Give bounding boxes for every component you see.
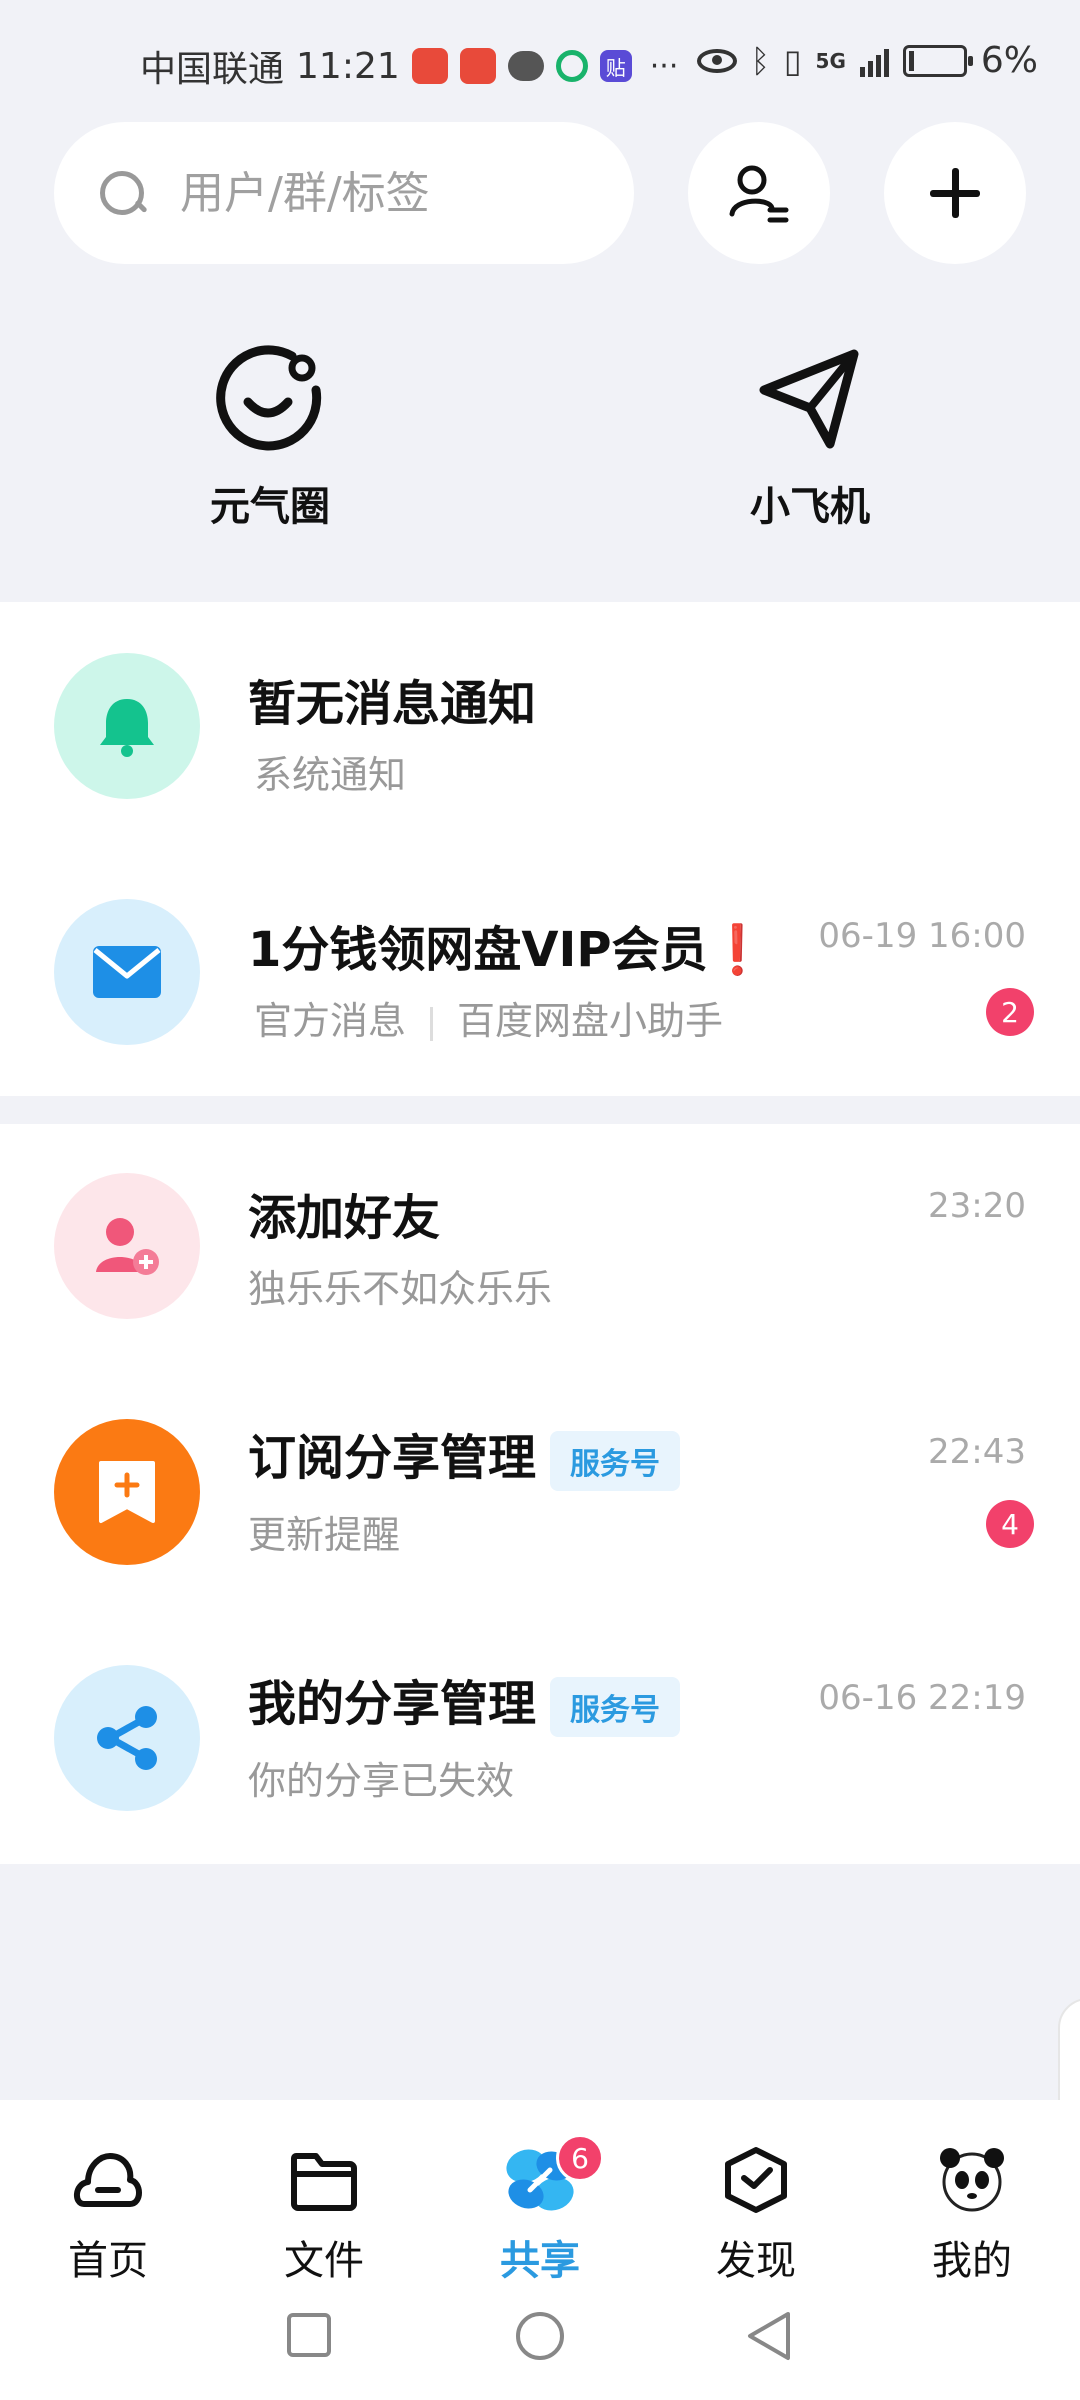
message-title: 1分钱领网盘VIP会员❗ — [248, 910, 767, 980]
contacts-button[interactable] — [688, 122, 830, 264]
panda-avatar-icon — [940, 2148, 1004, 2212]
cloud-icon — [74, 2153, 142, 2207]
avatar — [54, 1665, 200, 1811]
recent-apps-button[interactable] — [284, 2310, 334, 2360]
bookmark-plus-icon — [99, 1461, 155, 1523]
exclamation-icon: ❗ — [707, 922, 768, 978]
carrier-label: 中国联通 — [140, 49, 285, 90]
green-app-icon — [555, 50, 588, 82]
message-title: 暂无消息通知 — [248, 676, 537, 732]
list-item-my-share[interactable]: 我的分享管理 服务号 你的分享已失效 06-16 22:19 — [0, 1638, 1080, 1838]
message-time: 23:20 — [928, 1186, 1026, 1226]
service-account-tag: 服务号 — [550, 1431, 681, 1491]
quick-entry-xiaofeiji[interactable]: 小飞机 — [660, 340, 960, 532]
message-title: 添加好友 — [248, 1190, 441, 1246]
paper-plane-icon — [759, 349, 859, 449]
chat-bubble-icon — [507, 51, 544, 81]
message-title-text: 订阅分享管理 — [248, 1430, 537, 1486]
add-friend-icon — [96, 1218, 159, 1275]
nav-label: 共享 — [500, 2238, 580, 2284]
message-subtitle: 更新提醒 — [248, 1513, 401, 1557]
avatar — [54, 653, 200, 799]
nav-label: 我的 — [932, 2238, 1012, 2284]
nav-label: 文件 — [284, 2238, 364, 2284]
status-right: ᛒ ▯ 5G 6% — [696, 40, 1038, 81]
smile-circle-icon — [216, 345, 322, 451]
battery-icon — [902, 44, 973, 77]
more-notifications-icon: ··· — [649, 48, 679, 84]
message-source: 官方消息 — [254, 999, 407, 1043]
message-time: 22:43 — [928, 1432, 1026, 1472]
service-account-tag: 服务号 — [550, 1677, 681, 1737]
discover-box-icon — [725, 2147, 787, 2213]
nav-item-files[interactable]: 文件 — [244, 2142, 404, 2286]
quick-entry-yuanqiquan[interactable]: 元气圈 — [120, 340, 420, 532]
avatar — [54, 899, 200, 1045]
contacts-icon — [729, 165, 789, 223]
divider — [430, 1006, 434, 1041]
message-time: 06-16 22:19 — [818, 1678, 1026, 1718]
share-icon — [97, 1706, 157, 1770]
search-icon — [100, 171, 144, 215]
message-title-text: 1分钱领网盘VIP会员 — [248, 922, 708, 978]
avatar — [54, 1173, 200, 1319]
status-left: 中国联通 11:21 贴 ··· — [140, 40, 678, 92]
list-item-vip-promo[interactable]: 1分钱领网盘VIP会员❗ 官方消息 百度网盘小助手 06-19 16:00 2 — [0, 872, 1080, 1072]
list-item-subscription-share[interactable]: 订阅分享管理 服务号 更新提醒 22:43 4 — [0, 1392, 1080, 1592]
signal-icon — [859, 45, 889, 77]
message-subtitle: 独乐乐不如众乐乐 — [248, 1267, 553, 1311]
tieba-icon: 贴 — [599, 50, 632, 82]
nav-label: 首页 — [68, 2238, 148, 2284]
nav-item-share[interactable]: 6 共享 — [460, 2134, 620, 2286]
back-button[interactable] — [744, 2310, 794, 2362]
unread-badge: 2 — [986, 988, 1034, 1036]
message-title-text: 我的分享管理 — [248, 1676, 537, 1732]
message-section-system: 暂无消息通知 系统通知 1分钱领网盘VIP会员❗ 官方消息 百度网盘小助手 06-… — [0, 602, 1080, 1096]
add-button[interactable] — [884, 122, 1026, 264]
nav-badge: 6 — [556, 2134, 604, 2182]
message-title: 我的分享管理 服务号 — [248, 1664, 681, 1737]
quick-entry-label: 元气圈 — [210, 484, 330, 530]
nav-item-discover[interactable]: 发现 — [676, 2142, 836, 2286]
eye-comfort-icon — [696, 48, 737, 73]
message-title: 订阅分享管理 服务号 — [248, 1418, 681, 1491]
avatar — [54, 1419, 200, 1565]
quick-entry-label: 小飞机 — [750, 484, 870, 530]
mail-icon — [93, 946, 161, 998]
list-item-add-friend[interactable]: 添加好友 独乐乐不如众乐乐 23:20 — [0, 1146, 1080, 1346]
home-button[interactable] — [514, 2310, 566, 2362]
message-subtitle: 系统通知 — [254, 753, 407, 797]
huawei-app-icon — [411, 48, 448, 84]
list-item-system-notice[interactable]: 暂无消息通知 系统通知 — [0, 626, 1080, 826]
bell-icon — [100, 699, 154, 757]
nav-item-mine[interactable]: 我的 — [892, 2142, 1052, 2286]
message-section-services: 添加好友 独乐乐不如众乐乐 23:20 订阅分享管理 服务号 更新提醒 22:43… — [0, 1124, 1080, 1864]
huawei-app-icon — [459, 48, 496, 84]
network-type-label: 5G — [815, 48, 846, 73]
message-time: 06-19 16:00 — [818, 916, 1026, 956]
nav-item-home[interactable]: 首页 — [28, 2142, 188, 2286]
nav-label: 发现 — [716, 2238, 796, 2284]
message-sender: 百度网盘小助手 — [457, 999, 724, 1043]
folder-icon — [291, 2153, 357, 2211]
clock: 11:21 — [296, 45, 400, 87]
search-input[interactable] — [180, 167, 560, 219]
bluetooth-icon: ᛒ — [750, 41, 770, 80]
battery-percent: 6% — [980, 40, 1038, 81]
vibrate-icon: ▯ — [783, 41, 802, 80]
system-nav-bar — [0, 2310, 1080, 2370]
message-subtitle: 官方消息 百度网盘小助手 — [254, 990, 723, 1045]
search-bar[interactable] — [54, 122, 634, 264]
plus-icon — [930, 168, 980, 218]
message-subtitle: 你的分享已失效 — [248, 1759, 515, 1803]
unread-badge: 4 — [986, 1500, 1034, 1548]
status-bar: 中国联通 11:21 贴 ··· ᛒ ▯ 5G 6% — [0, 0, 1080, 130]
